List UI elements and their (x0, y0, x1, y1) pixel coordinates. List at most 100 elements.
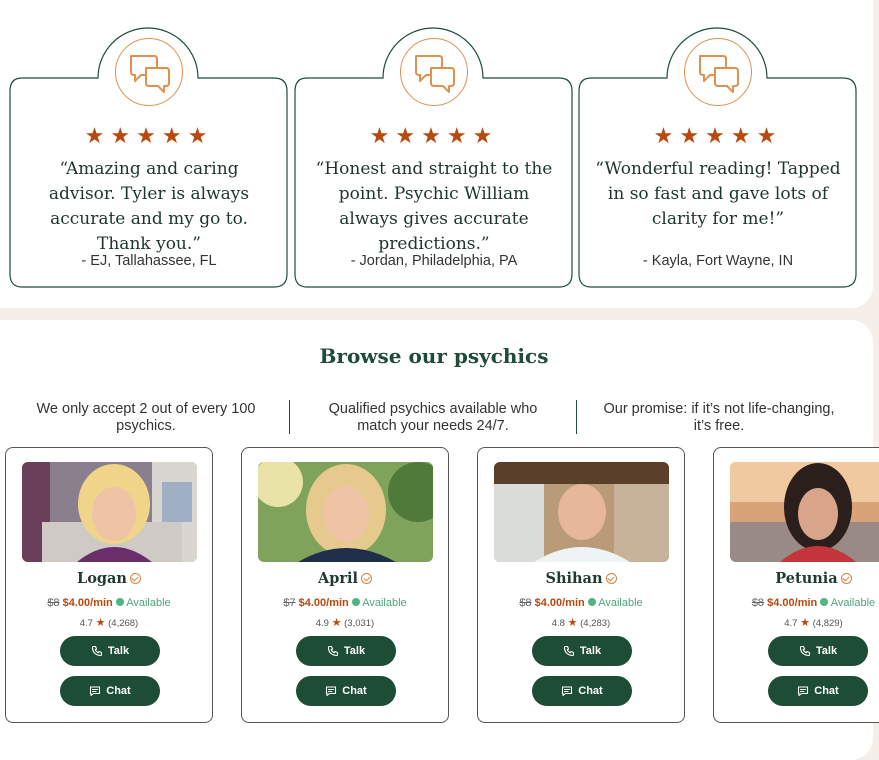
star-icon: ★ (800, 617, 810, 629)
star-icon: ★ (756, 123, 783, 148)
testimonial-quote: “Amazing and caring advisor. Tyler is al… (48, 159, 250, 254)
star-icon: ★ (679, 123, 706, 148)
star-icon: ★ (331, 617, 342, 629)
rating-row: 4.7 ★ (4,829) (714, 616, 879, 629)
browse-title: Browse our psychics (319, 344, 549, 368)
talk-label: Talk (579, 645, 602, 657)
psychic-name[interactable]: Shihan (545, 570, 602, 587)
star-icon: ★ (653, 123, 680, 148)
psychic-name[interactable]: Logan (77, 570, 127, 587)
original-price: $7 (283, 597, 296, 609)
chat-label: Chat (814, 685, 839, 697)
psychic-card[interactable]: Shihan $8 $4.00/min Available 4.8 ★ (4,2… (477, 447, 685, 723)
chat-button[interactable]: Chat (60, 676, 160, 706)
chat-icon (797, 685, 809, 697)
rating-value: 4.7 (79, 618, 93, 629)
pricing-row: $7 $4.00/min Available (242, 597, 448, 609)
chat-label: Chat (342, 685, 367, 697)
psychic-photo[interactable] (258, 462, 433, 562)
talk-label: Talk (343, 645, 366, 657)
availability-status: Available (598, 597, 643, 609)
verified-badge-icon (129, 572, 141, 584)
star-icon: ★ (369, 123, 396, 148)
sale-price: $4.00/min (62, 597, 113, 609)
pricing-row: $8 $4.00/min Available (478, 597, 684, 609)
star-icon: ★ (567, 617, 578, 629)
rating-row: 4.9 ★ (3,031) (242, 616, 448, 629)
talk-button[interactable]: Talk (296, 636, 396, 666)
availability-status: Available (362, 597, 407, 609)
psychic-card[interactable]: April $7 $4.00/min Available 4.9 ★ (3,03… (241, 447, 449, 723)
verified-badge-icon (361, 572, 373, 584)
chat-button[interactable]: Chat (296, 676, 396, 706)
review-count: (3,031) (344, 618, 375, 629)
talk-button[interactable]: Talk (60, 636, 160, 666)
chat-bubbles-icon (115, 38, 183, 106)
testimonial-author: - Jordan, Philadelphia, PA (350, 253, 518, 269)
original-price: $8 (519, 597, 532, 609)
verified-badge-icon (840, 572, 852, 584)
talk-label: Talk (107, 645, 130, 657)
star-icon: ★ (136, 123, 162, 148)
sale-price: $4.00/min (298, 597, 349, 609)
original-price: $8 (751, 597, 765, 609)
star-rating: ★★★★★ (579, 125, 857, 147)
testimonial-card: ★★★★★ “Honest and straight to the point.… (294, 0, 573, 288)
chat-icon (325, 685, 337, 697)
original-price: $8 (47, 597, 60, 609)
psychic-name-row[interactable]: Shihan (478, 570, 684, 587)
availability-status: Available (126, 597, 171, 609)
feature-divider (576, 400, 577, 434)
chat-button[interactable]: Chat (532, 676, 632, 706)
star-icon: ★ (421, 123, 447, 148)
status-dot-icon (587, 598, 596, 607)
psychic-card[interactable]: Logan $8 $4.00/min Available 4.7 ★ (4,26… (5, 447, 213, 723)
chat-button[interactable]: Chat (768, 676, 868, 706)
psychic-photo[interactable] (22, 462, 197, 562)
rating-value: 4.7 (784, 618, 798, 629)
star-icon: ★ (472, 123, 499, 148)
review-count: (4,268) (108, 618, 139, 629)
testimonial-author: - EJ, Tallahassee, FL (81, 253, 217, 269)
psychic-name-row[interactable]: Logan (6, 570, 212, 587)
star-icon: ★ (730, 123, 757, 148)
phone-icon (563, 645, 575, 657)
psychic-photo[interactable] (730, 462, 879, 562)
talk-button[interactable]: Talk (768, 636, 868, 666)
status-dot-icon (351, 598, 360, 607)
sale-price: $4.00/min (767, 597, 818, 609)
chat-label: Chat (106, 685, 131, 697)
psychic-card[interactable]: Petunia $8 $4.00/min Available 4.7 ★ (4,… (713, 447, 879, 723)
testimonial-author: - Kayla, Fort Wayne, IN (642, 253, 794, 269)
star-icon: ★ (95, 617, 106, 629)
talk-button[interactable]: Talk (532, 636, 632, 666)
psychic-name[interactable]: Petunia (775, 570, 837, 587)
feature-availability: Qualified psychics available who match y… (328, 401, 538, 434)
testimonial-card: ★★★★★ “Amazing and caring advisor. Tyler… (9, 0, 288, 288)
phone-icon (327, 645, 339, 657)
star-icon: ★ (187, 123, 214, 148)
availability-status: Available (830, 597, 876, 609)
rating-value: 4.9 (315, 618, 329, 629)
pricing-row: $8 $4.00/min Available (714, 597, 879, 609)
psychic-name-row[interactable]: Petunia (714, 570, 879, 587)
chat-icon (561, 685, 573, 697)
chat-icon (89, 685, 101, 697)
rating-row: 4.8 ★ (4,283) (478, 616, 684, 629)
star-rating: ★★★★★ (295, 125, 573, 147)
testimonial-quote: “Wonderful reading! Tapped in so fast an… (595, 159, 841, 229)
psychic-name[interactable]: April (318, 570, 358, 587)
status-dot-icon (820, 598, 829, 607)
review-count: (4,283) (580, 618, 611, 629)
status-dot-icon (115, 598, 124, 607)
psychic-name-row[interactable]: April (242, 570, 448, 587)
star-icon: ★ (84, 123, 111, 148)
psychic-photo[interactable] (494, 462, 669, 562)
testimonial-card: ★★★★★ “Wonderful reading! Tapped in so f… (578, 0, 857, 288)
review-count: (4,829) (812, 618, 843, 629)
star-icon: ★ (161, 123, 188, 148)
star-icon: ★ (705, 123, 731, 148)
talk-label: Talk (815, 645, 838, 657)
phone-icon (91, 645, 103, 657)
sale-price: $4.00/min (534, 597, 585, 609)
